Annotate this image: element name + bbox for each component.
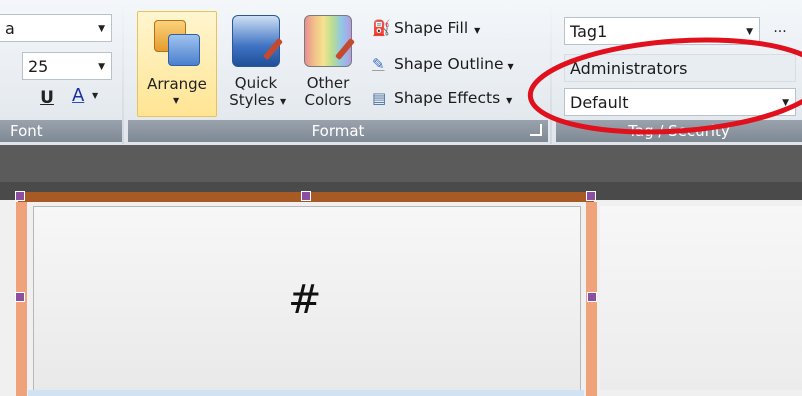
dark-toolbar-strip [0, 145, 802, 182]
resize-handle[interactable] [15, 191, 25, 201]
canvas-bottom-line [28, 390, 584, 396]
resize-handle[interactable] [587, 292, 597, 302]
resize-handle[interactable] [301, 191, 311, 201]
design-canvas: # [0, 182, 802, 396]
table-cell[interactable]: # [33, 206, 581, 392]
resize-handle[interactable] [15, 292, 25, 302]
cell-text: # [288, 277, 322, 323]
resize-handle[interactable] [586, 191, 596, 201]
adjacent-cell [600, 206, 802, 390]
